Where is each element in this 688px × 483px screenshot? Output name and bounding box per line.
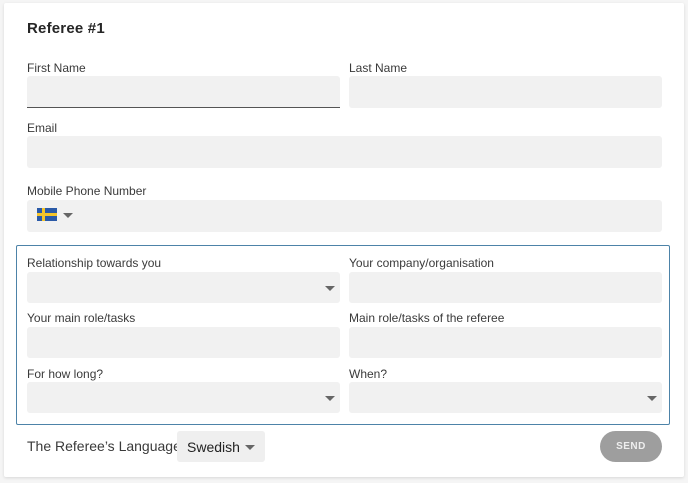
relationship-chevron-down-icon xyxy=(325,286,335,291)
email-field[interactable] xyxy=(27,136,662,168)
relationship-select[interactable] xyxy=(27,272,340,303)
when-chevron-down-icon xyxy=(647,396,657,401)
send-button[interactable]: SEND xyxy=(600,431,662,462)
company-label: Your company/organisation xyxy=(349,256,494,270)
last-name-field[interactable] xyxy=(349,76,662,108)
language-value: Swedish xyxy=(187,439,240,455)
email-label: Email xyxy=(27,121,58,135)
last-name-label: Last Name xyxy=(349,61,408,75)
language-select[interactable]: Swedish xyxy=(177,431,265,462)
country-chevron-down-icon[interactable] xyxy=(63,213,73,218)
referee-language-label: The Referee’s Language xyxy=(27,438,181,454)
referee-role-field[interactable] xyxy=(349,327,662,358)
mobile-field[interactable] xyxy=(27,200,662,232)
first-name-label: First Name xyxy=(27,61,86,75)
referee-title: Referee #1 xyxy=(27,20,105,37)
duration-chevron-down-icon xyxy=(325,396,335,401)
sweden-flag-icon[interactable] xyxy=(37,208,57,221)
your-role-field[interactable] xyxy=(27,327,340,358)
first-name-field[interactable] xyxy=(27,76,340,108)
mobile-label: Mobile Phone Number xyxy=(27,184,147,198)
when-label: When? xyxy=(349,367,388,381)
company-field[interactable] xyxy=(349,272,662,303)
relationship-label: Relationship towards you xyxy=(27,256,162,270)
language-chevron-down-icon xyxy=(245,445,255,450)
duration-select[interactable] xyxy=(27,382,340,413)
your-role-label: Your main role/tasks xyxy=(27,311,136,325)
referee-role-label: Main role/tasks of the referee xyxy=(349,311,505,325)
when-select[interactable] xyxy=(349,382,662,413)
duration-label: For how long? xyxy=(27,367,104,381)
